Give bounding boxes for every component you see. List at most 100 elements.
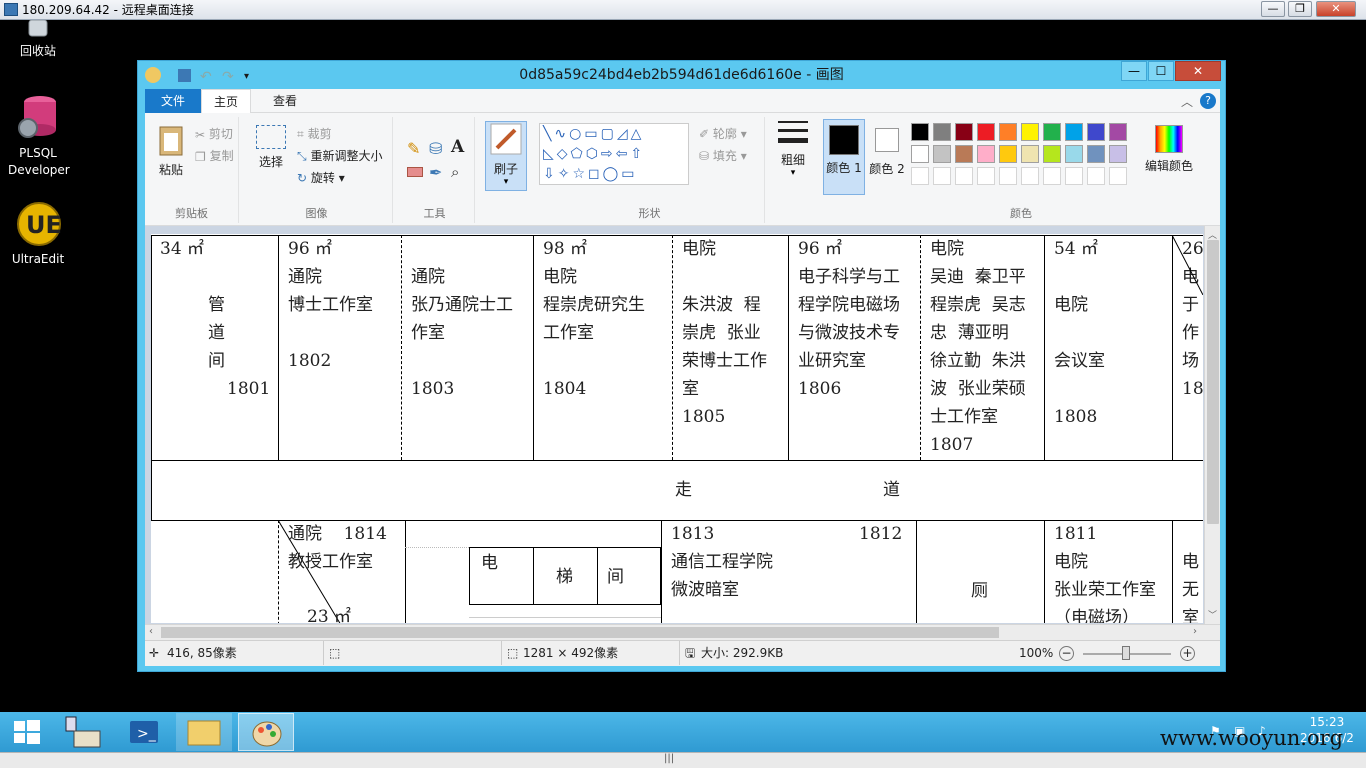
color-swatch[interactable] — [1087, 123, 1105, 141]
brushes-label: 刷子 — [493, 162, 518, 176]
drawing-canvas[interactable]: 34 ㎡ 管 道 间 1801 96 ㎡ 通院 博士工作室 1802 通院 张乃… — [151, 234, 1203, 623]
color-swatch[interactable] — [933, 123, 951, 141]
room-1801-name: 管 道 间 — [208, 295, 225, 371]
rdp-bottom-scrollbar[interactable]: ||| — [0, 752, 1366, 768]
taskbar-powershell[interactable]: >_ — [116, 713, 172, 751]
help-icon[interactable]: ? — [1200, 93, 1216, 109]
start-button[interactable] — [0, 713, 56, 751]
taskbar: >_ ⚑ ▣ ♪ 15:23 2016/6/2 www.wooyun.org — [0, 712, 1366, 752]
color-swatch[interactable] — [1065, 123, 1083, 141]
pencil-icon[interactable]: ✎ — [407, 139, 420, 158]
rdp-close-button[interactable]: ✕ — [1316, 1, 1356, 17]
color-swatch[interactable] — [977, 123, 995, 141]
horizontal-scrollbar[interactable]: ‹ › — [145, 624, 1220, 640]
save-icon[interactable] — [178, 69, 191, 82]
taskbar-explorer[interactable] — [176, 713, 232, 751]
select-button[interactable]: 选择 — [253, 125, 289, 170]
fill-button[interactable]: ⛁ 填充 ▾ — [699, 147, 747, 164]
ribbon: 粘贴 ✂ 剪切 ❐ 复制 剪贴板 选择 ⌗ 裁剪 ⤡ 重新调整大小 ↻ 旋转 ▾… — [145, 113, 1220, 226]
vertical-scroll-thumb[interactable] — [1207, 240, 1219, 524]
paint-close-button[interactable]: ✕ — [1175, 61, 1221, 81]
desktop-icon-ultraedit[interactable]: UE UltraEdit — [0, 200, 76, 268]
paste-button[interactable]: 粘贴 — [153, 123, 189, 178]
color-swatch[interactable] — [999, 123, 1017, 141]
undo-icon[interactable]: ↶ — [200, 63, 212, 91]
color-swatch[interactable] — [1021, 145, 1039, 163]
zoom-in-button[interactable]: + — [1180, 646, 1195, 661]
color-swatch[interactable] — [1021, 167, 1039, 185]
color-swatch[interactable] — [933, 167, 951, 185]
color-swatch[interactable] — [1109, 167, 1127, 185]
color-swatch[interactable] — [933, 145, 951, 163]
magnifier-icon[interactable]: ⌕ — [451, 163, 459, 181]
tab-file[interactable]: 文件 — [145, 89, 201, 113]
color-swatch[interactable] — [1109, 123, 1127, 141]
size-button[interactable]: 粗细 ▾ — [767, 117, 819, 197]
select-label: 选择 — [258, 155, 283, 169]
color-swatch[interactable] — [911, 123, 929, 141]
color-swatch[interactable] — [955, 123, 973, 141]
paint-app-icon[interactable] — [145, 67, 161, 83]
rdp-title-bar[interactable]: 180.209.64.42 - 远程桌面连接 — ❐ ✕ — [0, 0, 1366, 20]
color-palette[interactable] — [911, 123, 1141, 189]
color-swatch[interactable] — [1087, 167, 1105, 185]
tab-home[interactable]: 主页 — [201, 89, 252, 114]
shapes-group: ╲∿○▭▢◿△ ◺◇⬠⬡⇨⇦⇧ ⇩✧☆◻◯▭ ✐ 轮廓 ▾ ⛁ 填充 ▾ 形状 — [535, 117, 765, 223]
color-swatch[interactable] — [977, 167, 995, 185]
text-tool-icon[interactable]: A — [451, 137, 464, 157]
color2-button[interactable]: 颜色 2 — [867, 119, 907, 195]
brushes-button[interactable]: 刷子 ▾ — [485, 121, 527, 191]
desktop-icon-plsql[interactable]: PLSQL Developer — [0, 94, 76, 179]
horizontal-scroll-thumb[interactable] — [161, 627, 999, 638]
corridor-label-right: 道 — [883, 480, 900, 500]
color-swatch[interactable] — [1087, 145, 1105, 163]
fill-bucket-icon[interactable]: ⛁ — [429, 139, 442, 158]
color-swatch[interactable] — [1021, 123, 1039, 141]
rdp-restore-button[interactable]: ❐ — [1288, 1, 1312, 17]
color1-button[interactable]: 颜色 1 — [823, 119, 865, 195]
scroll-right-icon[interactable]: › — [1193, 626, 1197, 637]
resize-button[interactable]: ⤡ 重新调整大小 — [297, 147, 382, 164]
color-swatch[interactable] — [1043, 123, 1061, 141]
color-swatch[interactable] — [977, 145, 995, 163]
desktop-icon-recycle-bin[interactable]: 回收站 — [0, 20, 76, 60]
rotate-button[interactable]: ↻ 旋转 ▾ — [297, 169, 345, 186]
color-swatch[interactable] — [955, 145, 973, 163]
color-swatch[interactable] — [1109, 145, 1127, 163]
color-swatch[interactable] — [999, 167, 1017, 185]
color-swatch[interactable] — [1043, 145, 1061, 163]
paint-window[interactable]: ↶ ↷ ▾ 0d85a59c24bd4eb2b594d61de6d6160e -… — [137, 60, 1226, 672]
scroll-down-icon[interactable]: ﹀ — [1208, 608, 1217, 621]
edit-colors-button[interactable]: 编辑颜色 — [1141, 121, 1197, 174]
shapes-gallery[interactable]: ╲∿○▭▢◿△ ◺◇⬠⬡⇨⇦⇧ ⇩✧☆◻◯▭ — [539, 123, 689, 185]
copy-button[interactable]: ❐ 复制 — [195, 147, 234, 164]
rdp-minimize-button[interactable]: — — [1261, 1, 1285, 17]
taskbar-server-manager[interactable] — [56, 713, 112, 751]
color-swatch[interactable] — [1043, 167, 1061, 185]
taskbar-paint[interactable] — [238, 713, 294, 751]
color-swatch[interactable] — [955, 167, 973, 185]
color-swatch[interactable] — [1065, 167, 1083, 185]
redo-icon[interactable]: ↷ — [222, 63, 234, 91]
paint-title-bar[interactable]: ↶ ↷ ▾ 0d85a59c24bd4eb2b594d61de6d6160e -… — [138, 61, 1225, 89]
outline-button[interactable]: ✐ 轮廓 ▾ — [699, 125, 747, 142]
color-swatch[interactable] — [911, 145, 929, 163]
color-swatch[interactable] — [911, 167, 929, 185]
zoom-slider-thumb[interactable] — [1122, 646, 1130, 660]
vertical-scrollbar[interactable]: ︿ ﹀ — [1204, 226, 1220, 624]
paint-maximize-button[interactable]: ☐ — [1148, 61, 1174, 81]
eraser-icon[interactable] — [407, 167, 423, 177]
floor-plan-line — [533, 547, 534, 605]
color-swatch[interactable] — [999, 145, 1017, 163]
zoom-out-button[interactable]: − — [1059, 646, 1074, 661]
bottom-scroll-grip-icon[interactable]: ||| — [664, 753, 674, 764]
collapse-ribbon-icon[interactable]: ︿ — [1181, 93, 1193, 110]
color-picker-icon[interactable]: ✒ — [429, 163, 442, 182]
scroll-left-icon[interactable]: ‹ — [149, 626, 153, 637]
cut-button[interactable]: ✂ 剪切 — [195, 125, 233, 142]
quick-access-dropdown-icon[interactable]: ▾ — [244, 63, 249, 91]
color-swatch[interactable] — [1065, 145, 1083, 163]
tab-view[interactable]: 查看 — [261, 89, 309, 113]
crop-button[interactable]: ⌗ 裁剪 — [297, 125, 332, 142]
paint-minimize-button[interactable]: — — [1121, 61, 1147, 81]
